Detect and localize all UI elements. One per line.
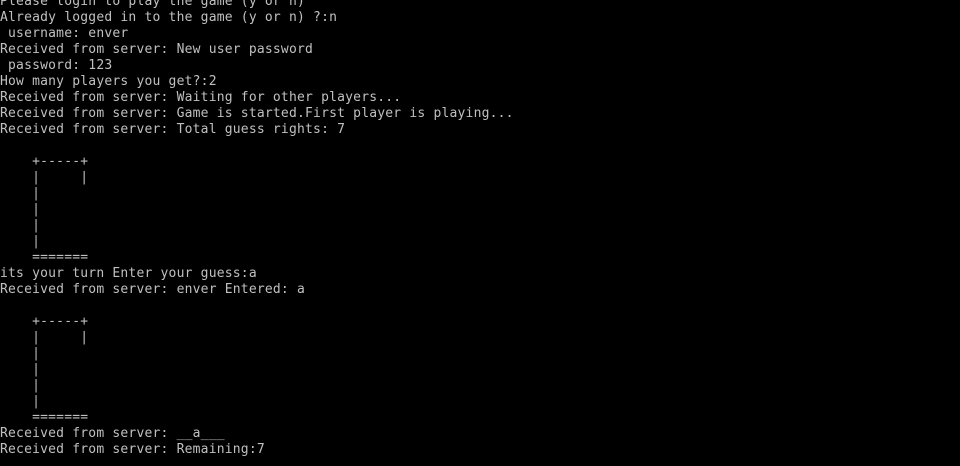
hangman-gallows-post: | <box>0 202 41 217</box>
hangman-gallows-rope: | | <box>0 330 89 345</box>
console-line: Received from server: Waiting for other … <box>0 90 402 105</box>
hangman-gallows-rope: | | <box>0 170 89 185</box>
console-line: How many players you get?:2 <box>0 74 217 89</box>
hangman-gallows-post: | <box>0 234 41 249</box>
console-line: Received from server: __a___ <box>0 426 225 441</box>
hangman-gallows-top: +-----+ <box>0 314 89 329</box>
console-line: username: enver <box>0 26 129 41</box>
hangman-gallows-post: | <box>0 394 41 409</box>
hangman-gallows-post: | <box>0 378 41 393</box>
console-line-partial: Please login to play the game (y or n) <box>0 0 306 9</box>
hangman-gallows-top: +-----+ <box>0 154 89 169</box>
hangman-gallows-base: ======= <box>0 410 89 425</box>
console-line: password: 123 <box>0 58 113 73</box>
console-line: Received from server: New user password <box>0 42 314 57</box>
console-line: Received from server: Total guess rights… <box>0 122 346 137</box>
console-line: its your turn Enter your guess:a <box>0 266 257 281</box>
terminal-output: Please login to play the game (y or n) A… <box>0 0 960 466</box>
console-line: Received from server: enver Entered: a <box>0 282 306 297</box>
console-line: Received from server: Game is started.Fi… <box>0 106 514 121</box>
hangman-gallows-post: | <box>0 186 41 201</box>
hangman-gallows-post: | <box>0 346 41 361</box>
console-line: Already logged in to the game (y or n) ?… <box>0 10 338 25</box>
hangman-gallows-post: | <box>0 362 41 377</box>
hangman-gallows-base: ======= <box>0 250 89 265</box>
console-line: Received from server: Remaining:7 <box>0 442 265 457</box>
hangman-gallows-post: | <box>0 218 41 233</box>
